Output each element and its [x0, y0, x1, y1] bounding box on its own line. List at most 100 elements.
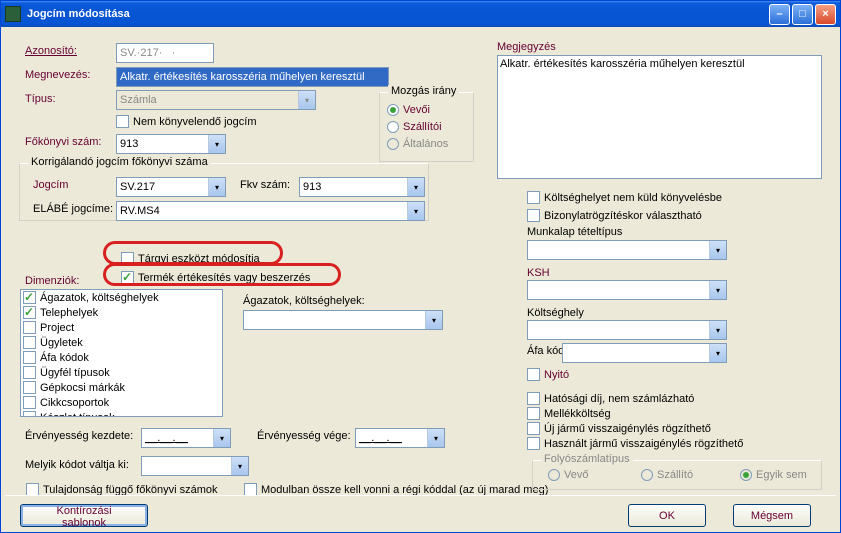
- list-item-cb[interactable]: [23, 336, 36, 349]
- nem-konyv-cb[interactable]: [116, 115, 129, 128]
- erv-vege-label: Érvényesség vége:: [257, 430, 351, 442]
- jogcim-label: Jogcím: [33, 179, 68, 191]
- hasznalt-cb[interactable]: [527, 437, 540, 450]
- mellekktg-label: Mellékköltség: [544, 408, 611, 420]
- uj-jarmu-cb[interactable]: [527, 422, 540, 435]
- fokonyvi-combo[interactable]: 913▾: [116, 134, 226, 154]
- chevron-down-icon[interactable]: ▾: [231, 457, 248, 475]
- nyito-label: Nyitó: [544, 369, 569, 381]
- afakod-combo[interactable]: ▾: [562, 343, 727, 363]
- chevron-down-icon: ▾: [298, 91, 315, 109]
- melyik-label: Melyik kódot váltja ki:: [25, 459, 129, 471]
- megjegyzes-textarea[interactable]: Alkatr. értékesítés karosszéria műhelyen…: [497, 55, 822, 179]
- jogcim-combo[interactable]: SV.217▾: [116, 177, 226, 197]
- list-item[interactable]: Project: [21, 320, 222, 335]
- window-title: Jogcím módosítása: [27, 8, 767, 20]
- folyo-title: Folyószámlatípus: [541, 453, 633, 465]
- chevron-down-icon[interactable]: ▾: [427, 429, 444, 447]
- elabe-combo[interactable]: RV.MS4▾: [116, 201, 425, 221]
- mozgas-szallitoi-radio[interactable]: [387, 121, 399, 133]
- chevron-down-icon[interactable]: ▾: [208, 135, 225, 153]
- mellekktg-cb[interactable]: [527, 407, 540, 420]
- dimenziok-list[interactable]: Ágazatok, költséghelyek Telephelyek Projec…: [20, 289, 223, 417]
- termek-label: Termék értékesítés vagy beszerzés: [138, 272, 310, 284]
- folyo-vevo-label: Vevő: [564, 469, 588, 481]
- chevron-down-icon[interactable]: ▾: [213, 429, 230, 447]
- modulban-label: Modulban össze kell vonni a régi kóddal …: [261, 484, 548, 496]
- list-item-label: Gépkocsi márkák: [40, 382, 125, 394]
- list-item-cb[interactable]: [23, 381, 36, 394]
- list-item-cb[interactable]: [23, 306, 36, 319]
- client-area: Azonosító: Megnevezés: Típus: Számla▾ Ne…: [3, 27, 838, 530]
- list-item[interactable]: Ügyfél típusok: [21, 365, 222, 380]
- list-item-cb[interactable]: [23, 321, 36, 334]
- close-button[interactable]: ×: [815, 4, 836, 25]
- list-item-cb[interactable]: [23, 351, 36, 364]
- chevron-down-icon[interactable]: ▾: [208, 178, 225, 196]
- mozgas-szallitoi-label: Szállítói: [403, 121, 442, 133]
- list-item[interactable]: Cikkcsoportok: [21, 395, 222, 410]
- korig-group-title: Korrigálandó jogcím főkönyvi száma: [28, 156, 211, 168]
- tulajdonsag-label: Tulajdonság függő főkönyvi számok: [43, 484, 217, 496]
- azonosito-label: Azonosító:: [25, 45, 77, 57]
- list-item[interactable]: Ügyletek: [21, 335, 222, 350]
- mozgas-vevoi-label: Vevői: [403, 104, 430, 116]
- megnevezes-input[interactable]: [116, 67, 389, 87]
- chevron-down-icon[interactable]: ▾: [407, 178, 424, 196]
- hatosagi-cb[interactable]: [527, 392, 540, 405]
- ksh-label: KSH: [527, 267, 550, 279]
- ktg-nem-kuld-label: Költséghelyet nem küld könyvelésbe: [544, 192, 722, 204]
- list-item-label: Telephelyek: [40, 307, 98, 319]
- mozgas-vevoi-radio[interactable]: [387, 104, 399, 116]
- chevron-down-icon[interactable]: ▾: [407, 202, 424, 220]
- titlebar: Jogcím módosítása – □ ×: [1, 1, 840, 27]
- targyi-label: Tárgyi eszközt módosítja: [138, 253, 260, 265]
- nyito-cb[interactable]: [527, 368, 540, 381]
- melyik-combo[interactable]: ▾: [141, 456, 249, 476]
- hasznalt-label: Használt jármű visszaigénylés rögzíthető: [544, 438, 743, 450]
- list-item-cb[interactable]: [23, 291, 36, 304]
- maximize-button[interactable]: □: [792, 4, 813, 25]
- megsem-button[interactable]: Mégsem: [733, 504, 811, 527]
- chevron-down-icon[interactable]: ▾: [709, 241, 726, 259]
- fkvszam-label: Fkv szám:: [240, 179, 290, 191]
- list-item[interactable]: Áfa kódok: [21, 350, 222, 365]
- erv-vege-input[interactable]: __.__.__▾: [355, 428, 445, 448]
- chevron-down-icon[interactable]: ▾: [709, 321, 726, 339]
- list-item[interactable]: Gépkocsi márkák: [21, 380, 222, 395]
- dimenziok-label: Dimenziók:: [25, 275, 79, 287]
- list-item-label: Project: [40, 322, 74, 334]
- biz-valaszthato-cb[interactable]: [527, 209, 540, 222]
- kontirozasi-button[interactable]: Kontírozási sablonok: [20, 504, 148, 527]
- nem-konyv-label: Nem könyvelendő jogcím: [133, 116, 257, 128]
- koltseghely-label: Költséghely: [527, 307, 584, 319]
- uj-jarmu-label: Új jármű visszaigénylés rögzíthető: [544, 423, 711, 435]
- chevron-down-icon[interactable]: ▾: [709, 344, 726, 362]
- megjegyzes-label: Megjegyzés: [497, 41, 556, 53]
- folyo-egyik-label: Egyik sem: [756, 469, 807, 481]
- chevron-down-icon[interactable]: ▾: [709, 281, 726, 299]
- fkvszam-combo[interactable]: 913▾: [299, 177, 425, 197]
- folyo-szallito-label: Szállító: [657, 469, 693, 481]
- chevron-down-icon[interactable]: ▾: [425, 311, 442, 329]
- ksh-combo[interactable]: ▾: [527, 280, 727, 300]
- list-item[interactable]: Telephelyek: [21, 305, 222, 320]
- mozgas-title: Mozgás irány: [388, 85, 459, 97]
- list-item[interactable]: Készlet típusok: [21, 410, 222, 417]
- megnevezes-label: Megnevezés:: [25, 69, 90, 81]
- tipus-combo: Számla▾: [116, 90, 316, 110]
- targyi-cb[interactable]: [121, 252, 134, 265]
- minimize-button[interactable]: –: [769, 4, 790, 25]
- agazatok-combo[interactable]: ▾: [243, 310, 443, 330]
- termek-cb[interactable]: [121, 271, 134, 284]
- list-item-cb[interactable]: [23, 411, 36, 417]
- koltseghely-combo[interactable]: ▾: [527, 320, 727, 340]
- munkalap-combo[interactable]: ▾: [527, 240, 727, 260]
- erv-kezdete-input[interactable]: __.__.__▾: [141, 428, 231, 448]
- folyo-egyik-radio: [740, 469, 752, 481]
- list-item-cb[interactable]: [23, 396, 36, 409]
- ok-button[interactable]: OK: [628, 504, 706, 527]
- list-item[interactable]: Ágazatok, költséghelyek: [21, 290, 222, 305]
- ktg-nem-kuld-cb[interactable]: [527, 191, 540, 204]
- list-item-cb[interactable]: [23, 366, 36, 379]
